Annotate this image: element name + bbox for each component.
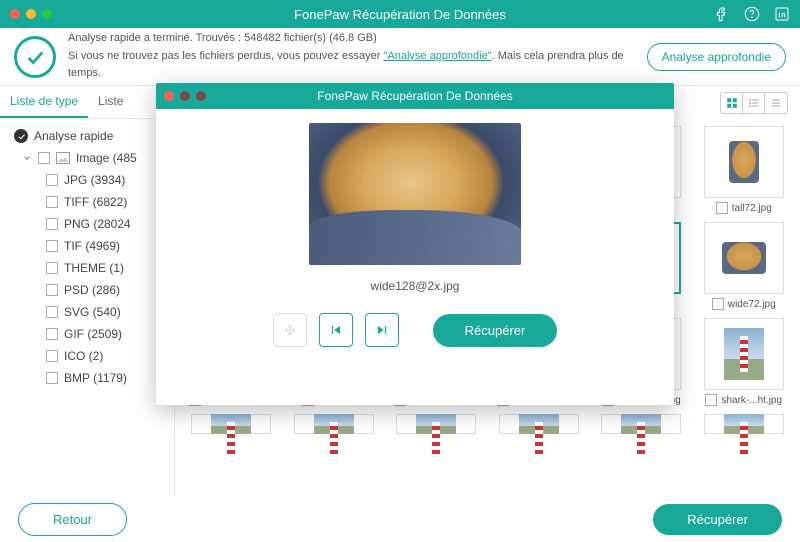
deep-scan-link[interactable]: "Analyse approfondie" — [384, 50, 492, 62]
sidebar-tabs: Liste de type Liste — [0, 86, 174, 119]
tree-item-ico[interactable]: ICO (2) — [0, 345, 174, 367]
grid-view-button[interactable] — [721, 93, 743, 113]
linkedin-icon[interactable] — [774, 6, 790, 22]
maximize-icon[interactable] — [196, 91, 206, 101]
recover-button[interactable]: Récupérer — [653, 504, 782, 535]
summary-line1: Analyse rapide a terminé. Trouvés : 5484… — [68, 30, 635, 48]
preview-image — [309, 123, 521, 265]
prev-button[interactable] — [319, 313, 353, 347]
checkbox[interactable] — [38, 152, 50, 164]
detail-view-button[interactable] — [765, 93, 787, 113]
sidebar: Liste de type Liste Analyse rapide Image… — [0, 86, 175, 496]
next-button[interactable] — [365, 313, 399, 347]
check-badge-icon — [14, 129, 28, 143]
summary-line2: Si vous ne trouvez pas les fichiers perd… — [68, 48, 635, 83]
tab-type-list[interactable]: Liste de type — [0, 86, 88, 118]
tree-item-gif[interactable]: GIF (2509) — [0, 323, 174, 345]
modal-title: FonePaw Récupération De Données — [156, 89, 674, 103]
fullscreen-button[interactable] — [273, 313, 307, 347]
tree-item-tif[interactable]: TIF (4969) — [0, 235, 174, 257]
thumb-cell[interactable]: wide72.jpg — [696, 222, 793, 310]
preview-filename: wide128@2x.jpg — [371, 279, 460, 293]
close-icon[interactable] — [164, 91, 174, 101]
checkmark-icon — [14, 36, 56, 78]
tree-item-png[interactable]: PNG (28024 — [0, 213, 174, 235]
thumb-cell[interactable]: tall72.jpg — [696, 126, 793, 214]
tree-image-group[interactable]: Image (485 — [0, 147, 174, 169]
minimize-icon[interactable] — [180, 91, 190, 101]
footer: Retour Récupérer — [0, 496, 800, 542]
deep-scan-button[interactable]: Analyse approfondie — [647, 43, 786, 71]
app-title: FonePaw Récupération De Données — [0, 7, 800, 22]
help-icon[interactable] — [744, 6, 760, 22]
tree-item-tiff[interactable]: TIFF (6822) — [0, 191, 174, 213]
modal-titlebar: FonePaw Récupération De Données — [156, 83, 674, 109]
back-button[interactable]: Retour — [18, 503, 127, 536]
tree-item-jpg[interactable]: JPG (3934) — [0, 169, 174, 191]
view-toggle — [720, 92, 788, 114]
file-tree: Analyse rapide Image (485 JPG (3934) TIF… — [0, 119, 174, 395]
list-view-button[interactable] — [743, 93, 765, 113]
chevron-down-icon — [22, 153, 32, 163]
thumb-cell[interactable]: shark-...ht.jpg — [696, 318, 793, 406]
facebook-icon[interactable] — [714, 6, 730, 22]
thumb-cell[interactable] — [183, 414, 280, 434]
titlebar: FonePaw Récupération De Données — [0, 0, 800, 28]
preview-modal: FonePaw Récupération De Données wide128@… — [156, 83, 674, 405]
scan-summary: Analyse rapide a terminé. Trouvés : 5484… — [0, 28, 800, 86]
thumb-cell[interactable] — [491, 414, 588, 434]
tree-item-svg[interactable]: SVG (540) — [0, 301, 174, 323]
tree-quick-scan[interactable]: Analyse rapide — [0, 125, 174, 147]
tree-item-bmp[interactable]: BMP (1179) — [0, 367, 174, 389]
image-icon — [56, 152, 70, 164]
thumb-cell[interactable] — [388, 414, 485, 434]
thumb-cell[interactable] — [593, 414, 690, 434]
modal-recover-button[interactable]: Récupérer — [433, 314, 558, 347]
thumb-cell[interactable] — [286, 414, 383, 434]
modal-window-controls[interactable] — [164, 91, 206, 101]
tab-path-list[interactable]: Liste — [88, 86, 133, 118]
tree-item-psd[interactable]: PSD (286) — [0, 279, 174, 301]
tree-item-theme[interactable]: THEME (1) — [0, 257, 174, 279]
thumb-cell[interactable] — [696, 414, 793, 434]
